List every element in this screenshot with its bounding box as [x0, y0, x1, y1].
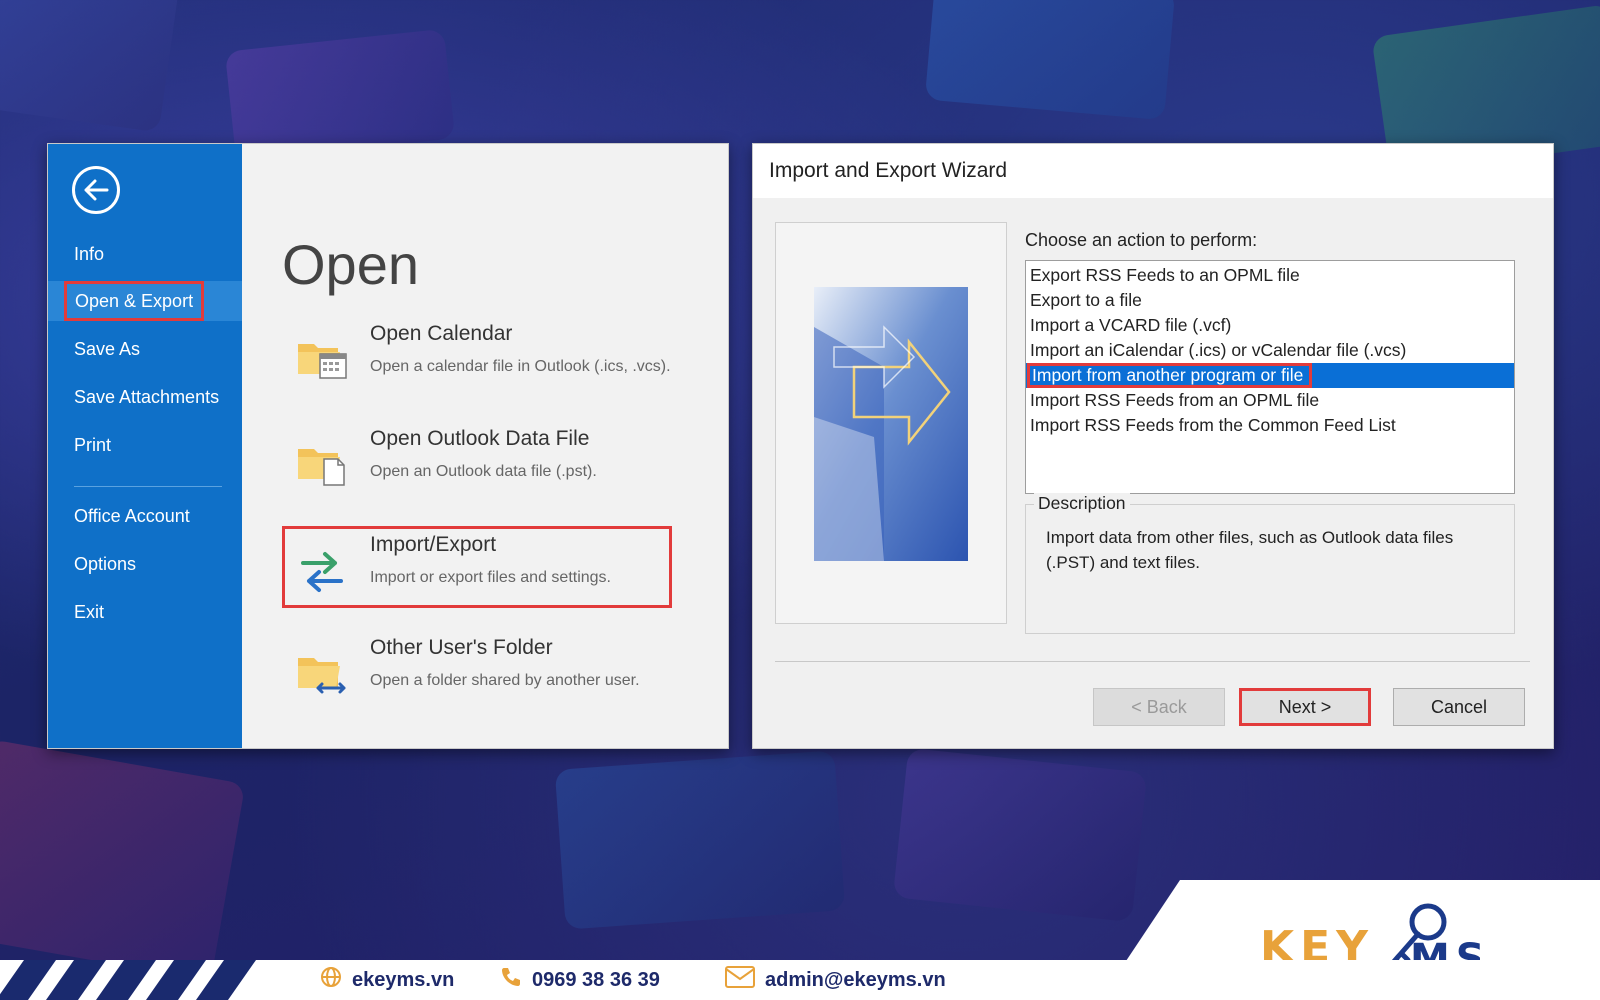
globe-icon [320, 966, 342, 994]
nav-item-label: Save As [74, 339, 141, 359]
list-item[interactable]: Export RSS Feeds to an OPML file [1026, 263, 1514, 288]
nav-item-exit[interactable]: Exit [48, 592, 242, 632]
open-calendar-option[interactable]: Open Calendar Open a calendar file in Ou… [282, 314, 722, 396]
option-description: Import or export files and settings. [370, 569, 611, 586]
background-cube [924, 0, 1176, 121]
backstage-nav: Info Open & Export Save As Save Attachme… [48, 144, 242, 748]
list-item-label: Import an iCalendar (.ics) or vCalendar … [1030, 340, 1407, 360]
action-listbox[interactable]: Export RSS Feeds to an OPML file Export … [1025, 260, 1515, 494]
nav-item-label: Office Account [74, 506, 190, 526]
nav-item-label: Print [74, 435, 112, 455]
wizard-arrow-illustration [814, 287, 968, 561]
nav-item-save-as[interactable]: Save As [48, 329, 242, 369]
background-cube [0, 0, 180, 133]
cancel-button[interactable]: Cancel [1393, 688, 1525, 726]
import-export-wizard-dialog: Import and Export Wizard Choose an actio… [752, 143, 1554, 749]
nav-item-office-account[interactable]: Office Account [48, 496, 242, 536]
email-text: admin@ekeyms.vn [765, 968, 946, 991]
page-title: Open [282, 233, 419, 296]
back-arrow-icon[interactable] [72, 166, 120, 214]
nav-divider [74, 486, 222, 487]
description-group: Description Import data from other files… [1025, 493, 1515, 634]
open-outlook-data-file-option[interactable]: Open Outlook Data File Open an Outlook d… [282, 419, 722, 501]
import-export-option[interactable]: Import/Export Import or export files and… [282, 526, 672, 608]
background-cube [224, 28, 456, 162]
option-title: Open Outlook Data File [370, 427, 590, 450]
option-description: Open a folder shared by another user. [370, 672, 640, 689]
nav-item-save-attachments[interactable]: Save Attachments [48, 377, 242, 417]
option-description: Open a calendar file in Outlook (.ics, .… [370, 358, 671, 375]
option-description: Open an Outlook data file (.pst). [370, 463, 597, 480]
nav-item-label: Exit [74, 602, 105, 622]
list-item-label: Import from another program or file [1027, 363, 1313, 388]
phone-icon [500, 966, 522, 994]
phone-text: 0969 38 36 39 [532, 968, 660, 991]
choose-action-label: Choose an action to perform: [1025, 230, 1258, 250]
list-item-label: Export to a file [1030, 290, 1142, 310]
website-text: ekeyms.vn [352, 968, 455, 991]
list-item[interactable]: Import RSS Feeds from an OPML file [1026, 388, 1514, 413]
background-cube [0, 738, 246, 982]
list-item-label: Import a VCARD file (.vcf) [1030, 315, 1232, 335]
option-title: Import/Export [370, 533, 497, 556]
folder-shared-icon [294, 644, 350, 696]
website-contact[interactable]: ekeyms.vn [320, 962, 454, 998]
wizard-illustration-frame [775, 222, 1007, 624]
mail-icon [725, 966, 755, 994]
dialog-title: Import and Export Wizard [753, 144, 1553, 198]
option-title: Open Calendar [370, 322, 513, 345]
phone-contact[interactable]: 0969 38 36 39 [500, 962, 660, 998]
import-export-arrows-icon [295, 545, 351, 597]
list-item[interactable]: Import a VCARD file (.vcf) [1026, 313, 1514, 338]
nav-item-options[interactable]: Options [48, 544, 242, 584]
nav-item-label: Info [74, 244, 105, 264]
description-label: Description [1034, 493, 1130, 514]
nav-item-open-export[interactable]: Open & Export [48, 281, 242, 321]
list-item-label: Export RSS Feeds to an OPML file [1030, 265, 1300, 285]
option-title: Other User's Folder [370, 636, 553, 659]
nav-item-label: Options [74, 554, 137, 574]
list-item-selected[interactable]: Import from another program or file [1026, 363, 1514, 388]
background-cube [892, 747, 1148, 923]
folder-file-icon [294, 435, 350, 487]
next-button[interactable]: Next > [1239, 688, 1371, 726]
nav-item-label: Save Attachments [74, 387, 220, 407]
nav-item-info[interactable]: Info [48, 234, 242, 274]
outlook-backstage-window: Info Open & Export Save As Save Attachme… [47, 143, 729, 749]
back-button[interactable]: < Back [1093, 688, 1225, 726]
list-item[interactable]: Export to a file [1026, 288, 1514, 313]
nav-item-print[interactable]: Print [48, 425, 242, 465]
folder-calendar-icon [294, 330, 350, 382]
nav-item-label: Open & Export [64, 281, 205, 321]
list-item[interactable]: Import RSS Feeds from the Common Feed Li… [1026, 413, 1514, 438]
list-item[interactable]: Import an iCalendar (.ics) or vCalendar … [1026, 338, 1514, 363]
footer-stripes [0, 960, 300, 1000]
email-contact[interactable]: admin@ekeyms.vn [725, 962, 946, 998]
other-users-folder-option[interactable]: Other User's Folder Open a folder shared… [282, 628, 722, 710]
list-item-label: Import RSS Feeds from the Common Feed Li… [1030, 415, 1396, 435]
dialog-separator [775, 661, 1530, 662]
list-item-label: Import RSS Feeds from an OPML file [1030, 390, 1320, 410]
backstage-content: Open Open Calendar Open a calendar file … [242, 144, 728, 748]
description-text: Import data from other files, such as Ou… [1046, 528, 1454, 572]
background-cube [554, 750, 846, 930]
